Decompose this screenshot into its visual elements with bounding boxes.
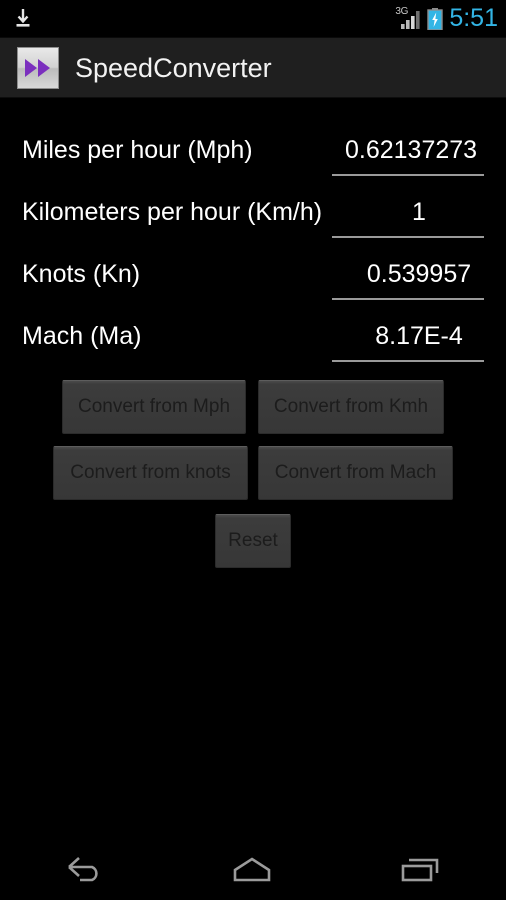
convert-from-kmh-button[interactable]: Convert from Kmh bbox=[258, 380, 444, 434]
row-knots: Knots (Kn) 0.539957 bbox=[0, 244, 506, 306]
reset-button[interactable]: Reset bbox=[215, 514, 291, 568]
signal-bars-icon: 3G bbox=[395, 7, 421, 31]
value-mach: 8.17E-4 bbox=[375, 322, 463, 350]
battery-charging-icon bbox=[427, 8, 444, 30]
action-bar: SpeedConverter bbox=[0, 38, 506, 98]
row-mach: Mach (Ma) 8.17E-4 bbox=[0, 306, 506, 368]
value-mph: 0.62137273 bbox=[345, 136, 478, 164]
recent-apps-button[interactable] bbox=[336, 838, 504, 900]
back-button[interactable] bbox=[0, 838, 168, 900]
convert-from-knots-button[interactable]: Convert from knots bbox=[53, 446, 248, 500]
navigation-bar bbox=[0, 838, 506, 900]
row-kmh: Kilometers per hour (Km/h) 1 bbox=[0, 182, 506, 244]
converter-form: Miles per hour (Mph) 0.62137273 Kilomete… bbox=[0, 98, 506, 838]
home-icon bbox=[233, 857, 271, 882]
row-mph: Miles per hour (Mph) 0.62137273 bbox=[0, 120, 506, 182]
back-icon bbox=[68, 857, 98, 882]
label-mph: Miles per hour (Mph) bbox=[22, 136, 253, 164]
fast-forward-icon bbox=[17, 46, 59, 89]
status-bar: 3G 5:51 bbox=[0, 0, 506, 38]
input-mph[interactable]: 0.62137273 bbox=[332, 130, 484, 176]
recent-apps-icon bbox=[401, 858, 439, 882]
input-kmh[interactable]: 1 bbox=[332, 192, 484, 238]
status-clock: 5:51 bbox=[449, 3, 498, 32]
status-indicators: 3G 5:51 bbox=[395, 0, 498, 38]
convert-from-mach-button[interactable]: Convert from Mach bbox=[258, 446, 453, 500]
label-mach: Mach (Ma) bbox=[22, 322, 142, 350]
input-mach[interactable]: 8.17E-4 bbox=[332, 316, 484, 362]
download-icon bbox=[16, 9, 30, 27]
label-kmh: Kilometers per hour (Km/h) bbox=[22, 198, 323, 226]
value-kmh: 1 bbox=[412, 198, 426, 226]
android-screen: 3G 5:51 SpeedConverter Miles per hour (M… bbox=[0, 0, 506, 900]
convert-from-mph-button[interactable]: Convert from Mph bbox=[62, 380, 246, 434]
label-knots: Knots (Kn) bbox=[22, 260, 141, 288]
home-button[interactable] bbox=[168, 838, 336, 900]
page-title: SpeedConverter bbox=[75, 52, 272, 83]
input-knots[interactable]: 0.539957 bbox=[332, 254, 484, 300]
value-knots: 0.539957 bbox=[366, 260, 472, 288]
